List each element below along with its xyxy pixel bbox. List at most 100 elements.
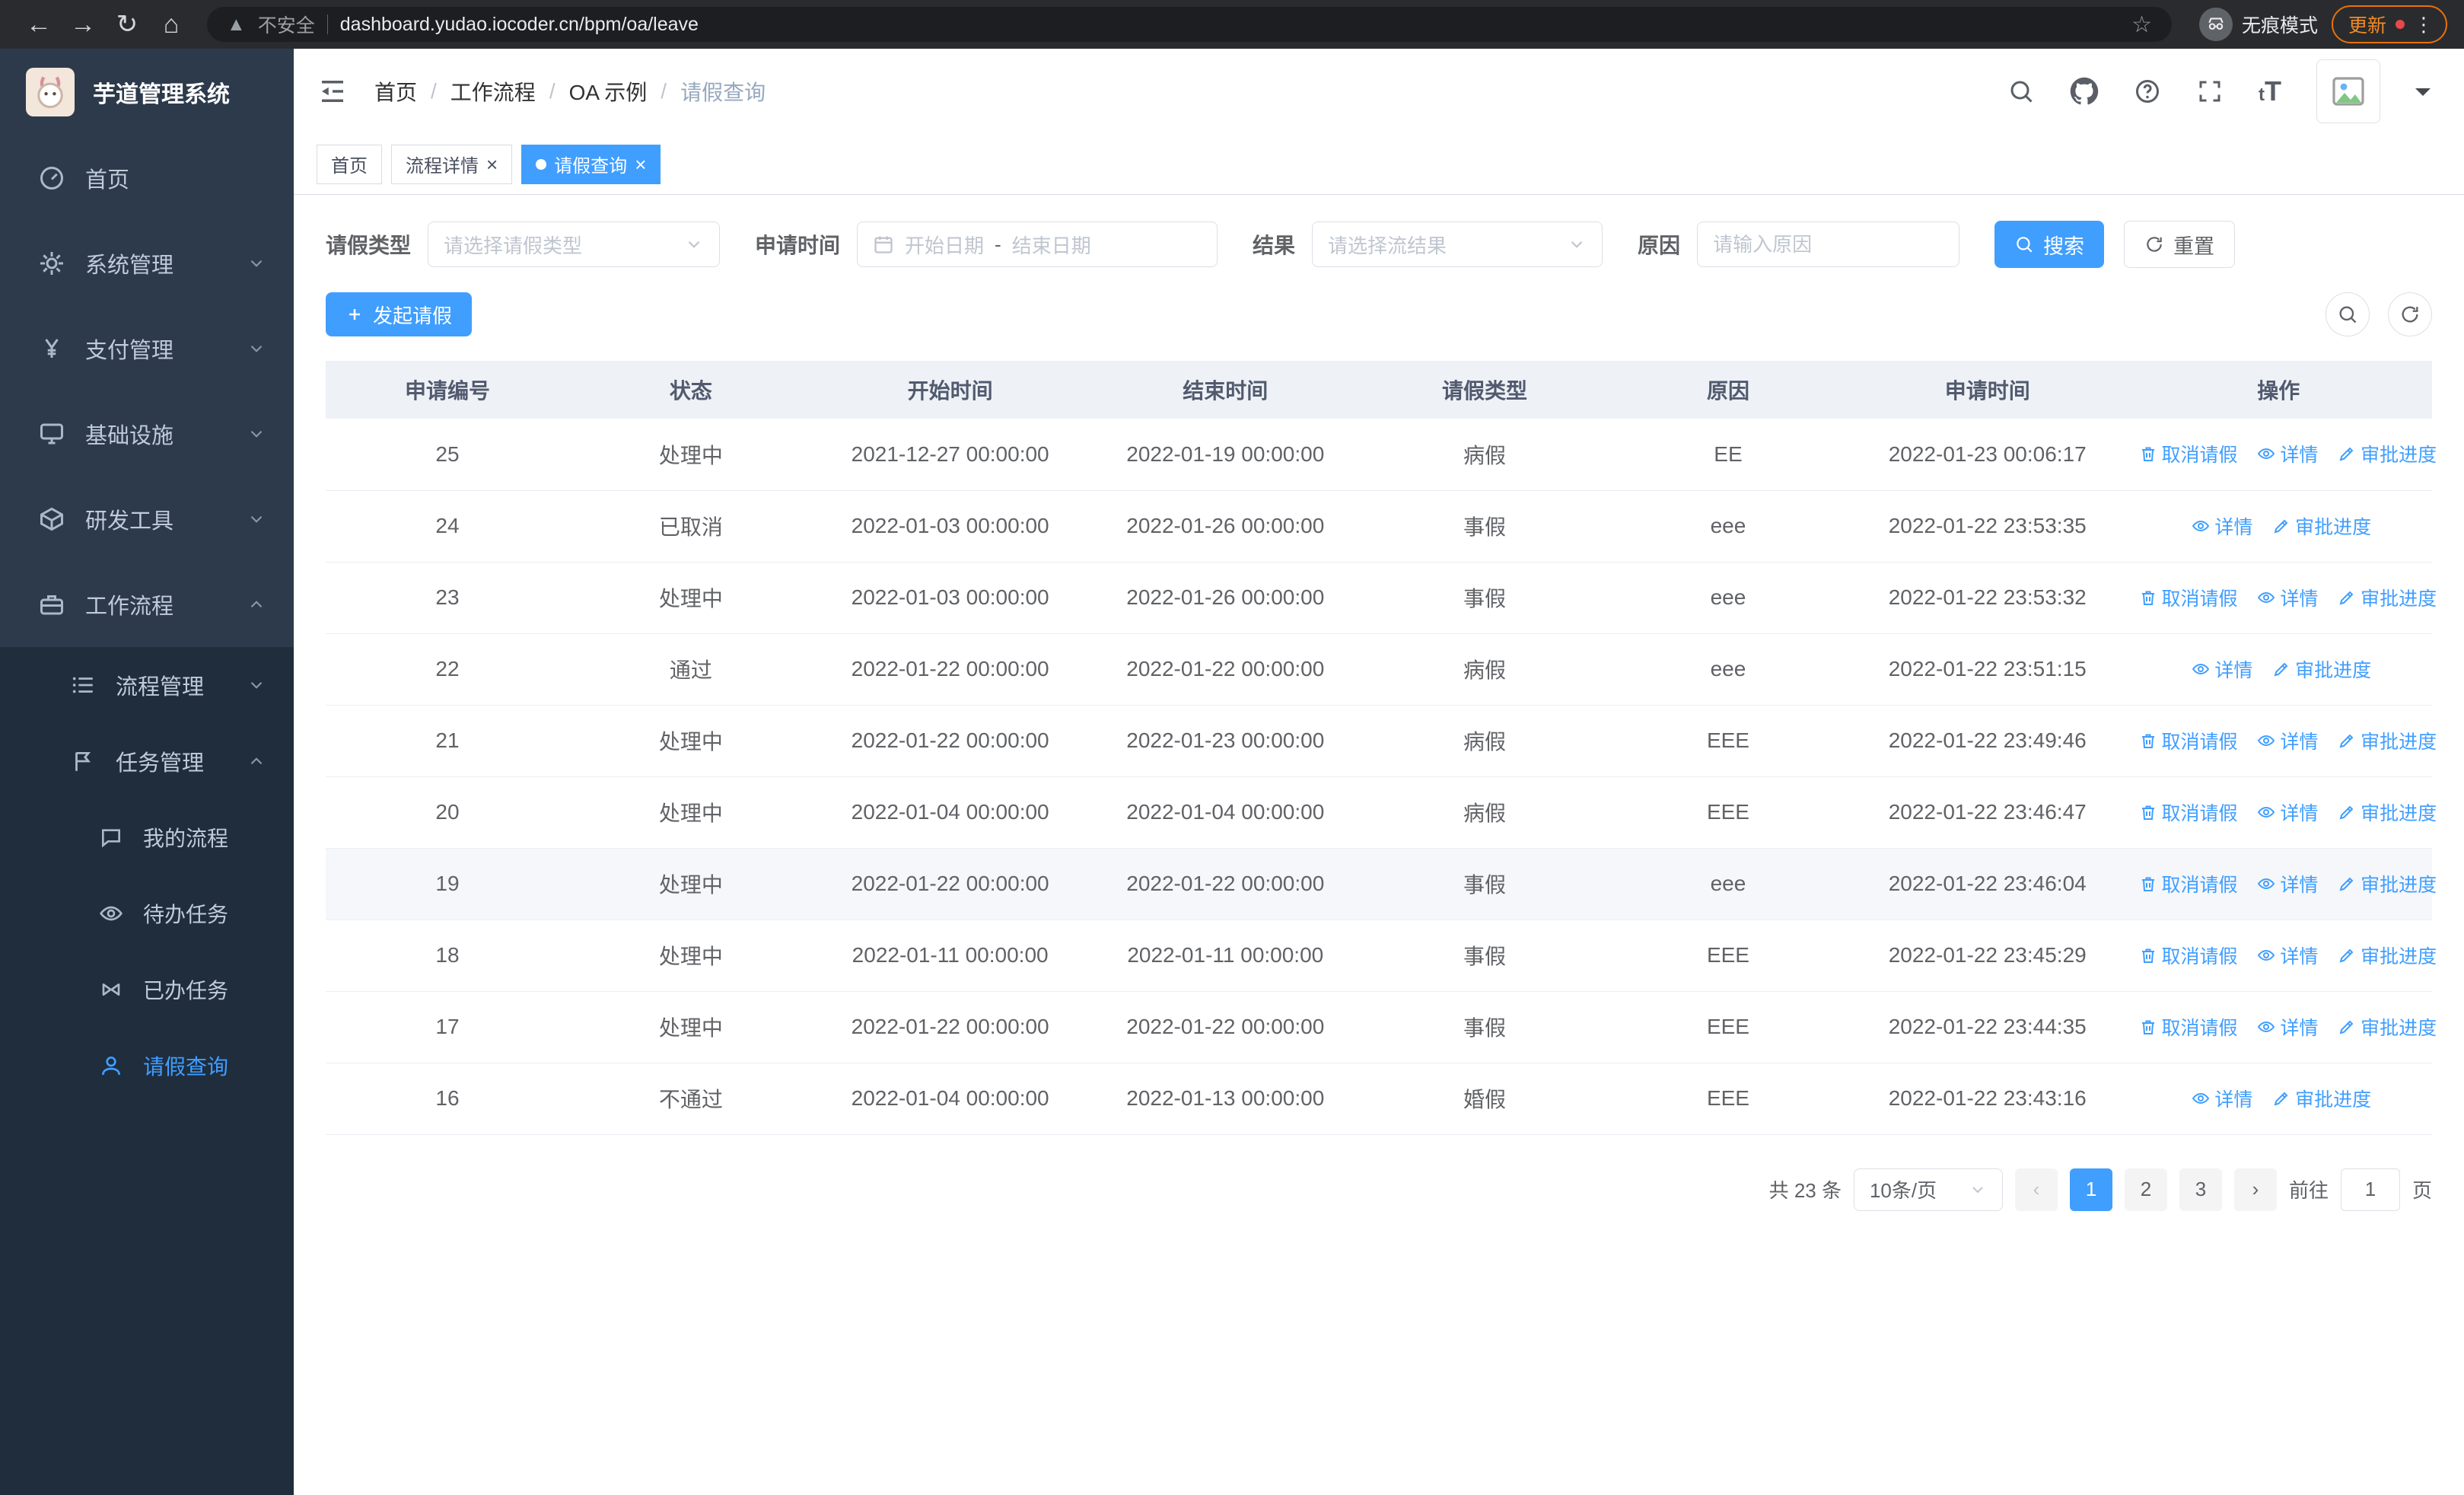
- user-menu-caret-icon[interactable]: [2415, 88, 2431, 104]
- progress-link[interactable]: 审批进度: [2338, 584, 2437, 611]
- sidebar-item-task-management[interactable]: 任务管理: [0, 723, 294, 799]
- sidebar-item-label: 我的流程: [143, 827, 229, 850]
- detail-link[interactable]: 详情: [2257, 440, 2318, 467]
- chat-icon: [99, 825, 123, 850]
- breadcrumb-item[interactable]: OA 示例: [569, 76, 648, 107]
- sidebar-item-devtools[interactable]: 研发工具: [0, 477, 294, 562]
- edit-icon: [2338, 803, 2356, 821]
- detail-link[interactable]: 详情: [2257, 942, 2318, 969]
- address-bar[interactable]: ▲ 不安全 dashboard.yudao.iocoder.cn/bpm/oa/…: [207, 7, 2172, 42]
- end-date-placeholder[interactable]: 结束日期: [1012, 231, 1091, 259]
- sidebar-item-home[interactable]: 首页: [0, 135, 294, 221]
- sidebar-item-infrastructure[interactable]: 基础设施: [0, 391, 294, 477]
- progress-link[interactable]: 审批进度: [2338, 440, 2437, 467]
- tab-leave-query[interactable]: 请假查询 ×: [521, 144, 661, 184]
- cell-reason: eee: [1606, 633, 1850, 706]
- browser-update-button[interactable]: 更新 ⋮: [2331, 5, 2447, 43]
- cancel-leave-link[interactable]: 取消请假: [2139, 440, 2238, 467]
- sidebar-item-pending-tasks[interactable]: 待办任务: [0, 875, 294, 952]
- security-warning-icon[interactable]: ▲: [227, 14, 246, 36]
- progress-link[interactable]: 审批进度: [2338, 870, 2437, 897]
- cancel-leave-link[interactable]: 取消请假: [2139, 1013, 2238, 1041]
- tab-close-icon[interactable]: ×: [486, 155, 498, 174]
- detail-link[interactable]: 详情: [2257, 799, 2318, 826]
- cell-actions: 取消请假 详情 审批进度: [2125, 705, 2437, 777]
- progress-link[interactable]: 审批进度: [2338, 727, 2437, 754]
- browser-forward-icon[interactable]: →: [61, 10, 105, 40]
- browser-home-icon[interactable]: ⌂: [149, 10, 193, 40]
- cancel-leave-link[interactable]: 取消请假: [2139, 584, 2238, 611]
- breadcrumb-item[interactable]: 首页: [374, 76, 417, 107]
- avatar[interactable]: [2316, 59, 2380, 123]
- cancel-leave-link[interactable]: 取消请假: [2139, 799, 2238, 826]
- github-icon[interactable]: [2070, 77, 2099, 106]
- tab-process-detail[interactable]: 流程详情 ×: [391, 144, 513, 184]
- detail-link[interactable]: 详情: [2192, 512, 2252, 540]
- progress-link[interactable]: 审批进度: [2338, 799, 2437, 826]
- detail-link[interactable]: 详情: [2257, 727, 2318, 754]
- detail-link[interactable]: 详情: [2257, 870, 2318, 897]
- eye-icon: [2257, 588, 2275, 607]
- cell-start-time: 2022-01-22 00:00:00: [812, 991, 1088, 1063]
- page-button-2[interactable]: 2: [2124, 1168, 2167, 1211]
- tab-close-icon[interactable]: ×: [635, 155, 646, 174]
- reset-button[interactable]: 重置: [2124, 221, 2236, 268]
- page-button-3[interactable]: 3: [2179, 1168, 2222, 1211]
- search-icon[interactable]: [2007, 78, 2035, 105]
- page-size-select[interactable]: 10条/页: [1853, 1168, 2003, 1211]
- breadcrumb: 首页 / 工作流程 / OA 示例 / 请假查询: [374, 76, 766, 107]
- detail-link[interactable]: 详情: [2257, 584, 2318, 611]
- reason-input[interactable]: [1697, 222, 1960, 267]
- cancel-leave-link[interactable]: 取消请假: [2139, 870, 2238, 897]
- progress-link[interactable]: 审批进度: [2272, 1085, 2371, 1112]
- security-warning-label[interactable]: 不安全: [258, 11, 315, 38]
- sidebar-item-done-tasks[interactable]: 已办任务: [0, 952, 294, 1028]
- toggle-search-button[interactable]: [2326, 292, 2370, 336]
- tab-home[interactable]: 首页: [317, 144, 382, 184]
- edit-icon: [2338, 1018, 2356, 1036]
- search-button[interactable]: 搜索: [1994, 221, 2105, 268]
- leave-type-select[interactable]: 请选择请假类型: [428, 222, 721, 267]
- start-date-placeholder[interactable]: 开始日期: [905, 231, 984, 259]
- cancel-leave-link[interactable]: 取消请假: [2139, 727, 2238, 754]
- browser-reload-icon[interactable]: ↻: [105, 9, 149, 40]
- sidebar-item-payment[interactable]: 支付管理: [0, 306, 294, 391]
- sidebar-item-leave-query[interactable]: 请假查询: [0, 1028, 294, 1104]
- progress-link[interactable]: 审批进度: [2272, 512, 2371, 540]
- refresh-table-button[interactable]: [2388, 292, 2432, 336]
- progress-link[interactable]: 审批进度: [2338, 1013, 2437, 1041]
- sidebar-toggle-icon[interactable]: [317, 75, 349, 107]
- font-size-icon[interactable]: tT: [2259, 75, 2281, 107]
- apply-time-range-picker[interactable]: 开始日期 - 结束日期: [857, 222, 1218, 267]
- next-page-button[interactable]: ›: [2233, 1168, 2277, 1211]
- browser-back-icon[interactable]: ←: [17, 10, 61, 40]
- user-icon: [99, 1054, 123, 1078]
- trash-icon: [2139, 732, 2157, 750]
- url-text[interactable]: dashboard.yudao.iocoder.cn/bpm/oa/leave: [340, 14, 699, 36]
- fullscreen-icon[interactable]: [2196, 78, 2224, 105]
- result-select[interactable]: 请选择流结果: [1312, 222, 1603, 267]
- cell-apply-time: 2022-01-23 00:06:17: [1849, 419, 2125, 491]
- goto-page-input[interactable]: [2340, 1168, 2400, 1211]
- app-logo[interactable]: 芋道管理系统: [0, 49, 294, 135]
- detail-link[interactable]: 详情: [2257, 1013, 2318, 1041]
- detail-link[interactable]: 详情: [2192, 655, 2252, 683]
- sidebar-item-system[interactable]: 系统管理: [0, 221, 294, 306]
- sidebar-item-workflow[interactable]: 工作流程: [0, 562, 294, 647]
- cancel-leave-link[interactable]: 取消请假: [2139, 942, 2238, 969]
- help-icon[interactable]: [2134, 78, 2161, 105]
- browser-menu-icon[interactable]: ⋮: [2414, 13, 2434, 37]
- bookmark-star-icon[interactable]: ☆: [2131, 11, 2152, 38]
- cell-apply-time: 2022-01-22 23:49:46: [1849, 705, 2125, 777]
- sidebar-item-process-management[interactable]: 流程管理: [0, 647, 294, 723]
- progress-link[interactable]: 审批进度: [2272, 655, 2371, 683]
- sidebar-item-my-processes[interactable]: 我的流程: [0, 799, 294, 875]
- breadcrumb-item[interactable]: 工作流程: [450, 76, 536, 107]
- prev-page-button[interactable]: ‹: [2014, 1168, 2058, 1211]
- page-button-1[interactable]: 1: [2069, 1168, 2112, 1211]
- detail-link[interactable]: 详情: [2192, 1085, 2252, 1112]
- trash-icon: [2139, 445, 2157, 463]
- progress-link[interactable]: 审批进度: [2338, 942, 2437, 969]
- create-leave-button[interactable]: 发起请假: [326, 292, 473, 336]
- cell-leave-type: 病假: [1363, 419, 1606, 491]
